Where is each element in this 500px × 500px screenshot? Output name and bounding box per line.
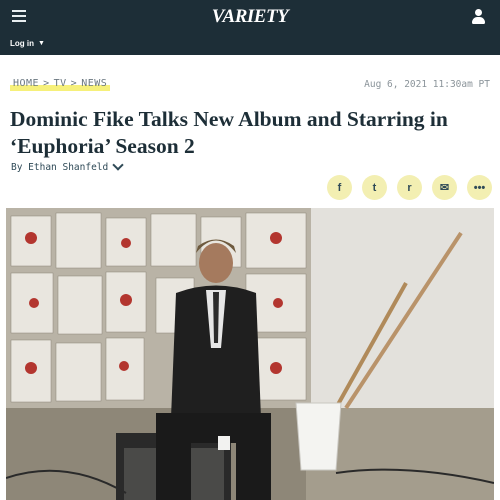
author-byline[interactable]: By Ethan Shanfeld xyxy=(11,159,124,173)
breadcrumb-separator: > xyxy=(43,78,50,89)
email-icon: ✉ xyxy=(439,182,450,194)
facebook-icon: f xyxy=(337,181,342,194)
publish-timestamp: Aug 6, 2021 11:30am PT xyxy=(364,79,490,90)
breadcrumb-home[interactable]: HOME xyxy=(13,78,39,89)
reddit-icon: r xyxy=(407,181,412,194)
headline-line-2: ‘Euphoria’ Season 2 xyxy=(10,134,195,158)
variety-logo[interactable]: VARIETY xyxy=(0,6,500,28)
top-nav-bar: VARIETY Log in ▼ xyxy=(0,0,500,55)
article-headline: Dominic Fike Talks New Album and Starrin… xyxy=(10,106,480,160)
login-caret-icon: ▼ xyxy=(38,40,45,47)
twitter-share-button[interactable]: t xyxy=(362,175,387,200)
byline-text: By Ethan Shanfeld xyxy=(11,162,109,173)
hero-photo-illustration xyxy=(6,208,494,500)
breadcrumb-news[interactable]: NEWS xyxy=(81,78,107,89)
twitter-icon: t xyxy=(372,181,377,194)
breadcrumb-separator: > xyxy=(70,78,78,89)
share-bar: f t r ✉ ••• xyxy=(327,175,492,200)
headline-line-1: Dominic Fike Talks New Album and Starrin… xyxy=(10,107,448,131)
login-label: Log in xyxy=(10,39,34,48)
breadcrumb-tv[interactable]: TV xyxy=(54,78,67,89)
login-button[interactable]: Log in ▼ xyxy=(10,39,45,48)
breadcrumb: HOME > TV > NEWS xyxy=(10,78,111,91)
more-icon: ••• xyxy=(473,181,486,194)
chevron-down-icon xyxy=(112,159,124,171)
reddit-share-button[interactable]: r xyxy=(397,175,422,200)
email-share-button[interactable]: ✉ xyxy=(432,175,457,200)
article-hero-image xyxy=(6,208,494,500)
facebook-share-button[interactable]: f xyxy=(327,175,352,200)
more-share-button[interactable]: ••• xyxy=(467,175,492,200)
user-account-icon[interactable] xyxy=(471,9,486,25)
